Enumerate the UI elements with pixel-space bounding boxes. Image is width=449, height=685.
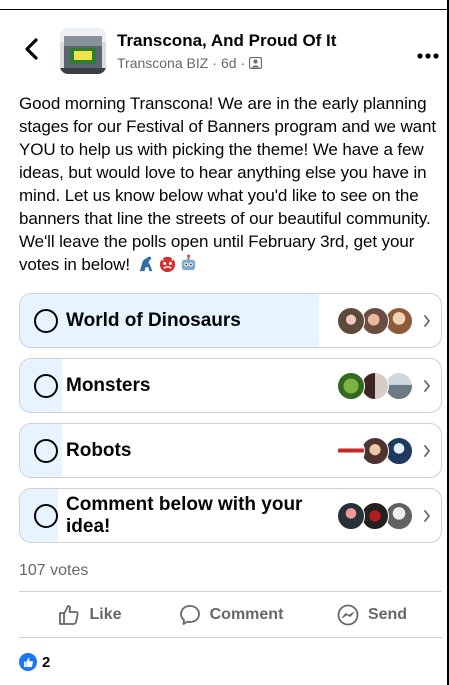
poll-option-label: Robots xyxy=(66,439,132,461)
chevron-left-icon xyxy=(25,38,38,60)
poll-option[interactable]: Monsters xyxy=(19,358,442,413)
radio-button[interactable] xyxy=(34,438,58,463)
voter-avatars[interactable] xyxy=(337,436,413,465)
avatar xyxy=(361,371,389,400)
top-edge xyxy=(0,0,449,10)
action-bar: Like Comment Send xyxy=(19,598,442,632)
dinosaur-emoji xyxy=(139,256,152,272)
avatar xyxy=(337,371,365,400)
radio-button[interactable] xyxy=(34,503,58,528)
like-button[interactable]: Like xyxy=(19,598,160,632)
avatar xyxy=(385,306,413,335)
poll-option[interactable]: World of Dinosaurs xyxy=(19,293,442,348)
chevron-right-icon xyxy=(424,314,430,327)
avatar xyxy=(337,306,365,335)
post-text: Good morning Transcona! We are in the ea… xyxy=(19,94,436,274)
votes-count[interactable]: 107 votes xyxy=(19,562,88,580)
post-time[interactable]: 6d xyxy=(221,55,237,71)
poll-option-label: Comment below with your idea! xyxy=(66,493,303,537)
author-name[interactable]: Transcona BIZ xyxy=(117,55,208,71)
poll-option[interactable]: Robots xyxy=(19,423,442,478)
send-label: Send xyxy=(367,606,408,623)
thumbs-up-icon xyxy=(59,605,80,625)
voter-avatars[interactable] xyxy=(337,501,413,530)
avatar xyxy=(337,436,365,465)
back-button[interactable] xyxy=(20,34,44,64)
radio-button[interactable] xyxy=(34,373,58,398)
group-avatar[interactable] xyxy=(60,28,106,74)
comment-icon xyxy=(179,605,200,625)
chevron-right-icon xyxy=(424,379,430,392)
comment-button[interactable]: Comment xyxy=(160,598,301,632)
poll-option-label: World of Dinosaurs xyxy=(66,309,241,331)
reactions-summary[interactable]: 2 xyxy=(19,653,50,671)
divider xyxy=(19,591,442,592)
more-button[interactable] xyxy=(417,46,439,64)
poll-option[interactable]: Comment below with your idea! xyxy=(19,488,442,543)
meta-separator: · xyxy=(212,55,217,71)
poll: World of Dinosaurs Monsters Robots Comme… xyxy=(19,293,442,553)
group-name[interactable]: Transcona, And Proud Of It xyxy=(117,31,336,51)
avatar xyxy=(361,501,389,530)
poll-option-label: Monsters xyxy=(66,374,151,396)
more-horizontal-icon xyxy=(417,53,439,59)
avatar xyxy=(385,436,413,465)
divider xyxy=(19,637,442,638)
radio-button[interactable] xyxy=(34,308,58,333)
voter-avatars[interactable] xyxy=(337,371,413,400)
group-privacy-icon xyxy=(249,57,263,69)
post-meta: Transcona BIZ · 6d · xyxy=(117,55,263,71)
meta-separator: · xyxy=(240,55,246,71)
chevron-right-icon xyxy=(424,509,430,522)
avatar xyxy=(385,501,413,530)
robot-emoji xyxy=(181,254,195,271)
comment-label: Comment xyxy=(209,606,284,623)
like-reaction-icon xyxy=(19,653,37,671)
avatar xyxy=(385,371,413,400)
avatar xyxy=(361,436,389,465)
post-body: Good morning Transcona! We are in the ea… xyxy=(19,92,437,276)
send-button[interactable]: Send xyxy=(301,598,442,632)
avatar xyxy=(337,501,365,530)
messenger-icon xyxy=(337,604,359,626)
reaction-count: 2 xyxy=(42,653,51,671)
ogre-emoji xyxy=(159,256,175,273)
group-photo xyxy=(60,28,106,74)
like-label: Like xyxy=(89,606,122,623)
post-header: Transcona, And Proud Of It Transcona BIZ… xyxy=(0,22,447,82)
chevron-right-icon xyxy=(424,444,430,457)
avatar xyxy=(361,306,389,335)
voter-avatars[interactable] xyxy=(337,306,413,335)
